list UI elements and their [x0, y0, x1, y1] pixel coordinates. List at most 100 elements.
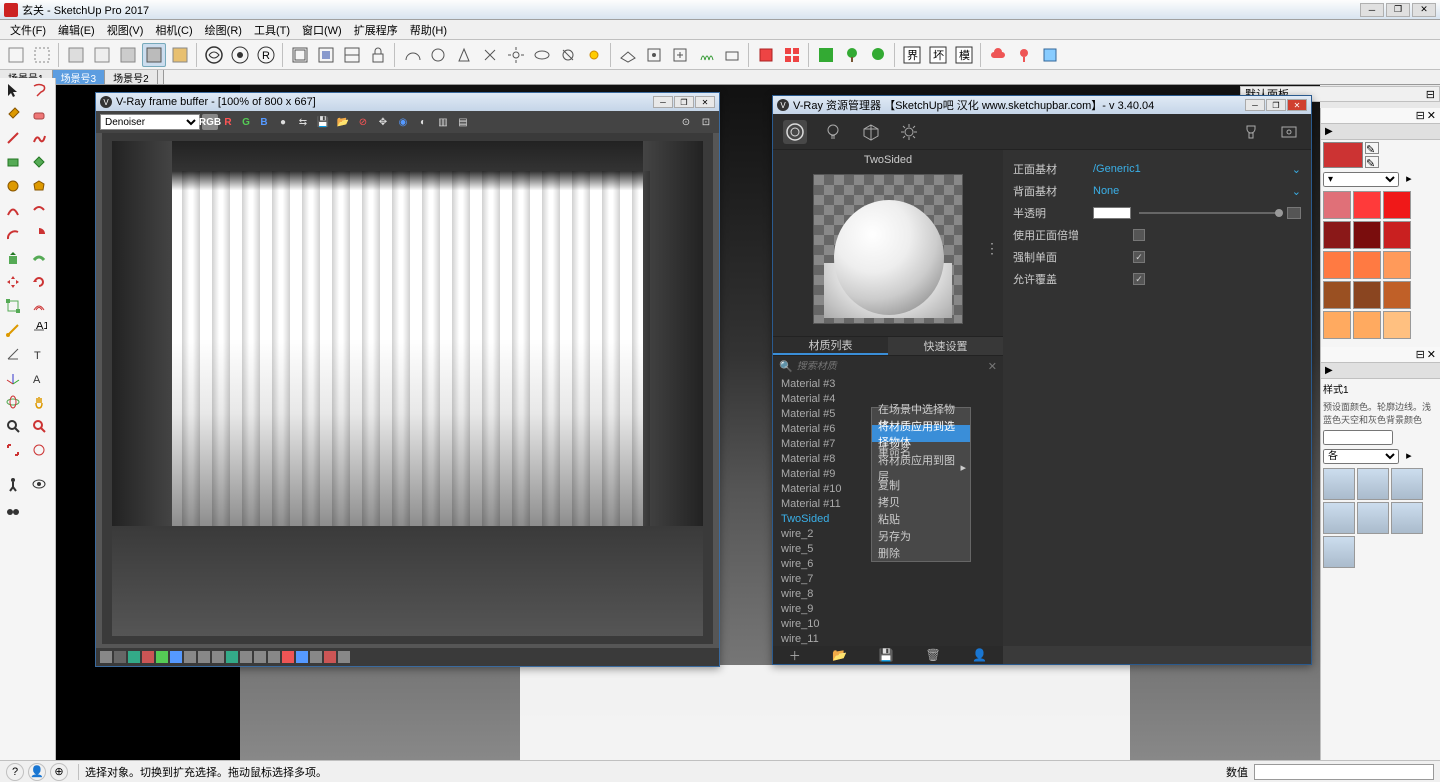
vfb-channel-select[interactable]: Denoiser — [100, 114, 200, 130]
status-geo-icon[interactable]: ⊕ — [50, 763, 68, 781]
scale-tool-icon[interactable] — [0, 294, 26, 318]
scene-tab-3[interactable]: 场景号3 — [53, 70, 106, 84]
ctx-apply-to-layer[interactable]: 将材质应用到图层 — [872, 459, 970, 476]
vfb-bb-icon[interactable] — [114, 651, 126, 663]
prop-front-value[interactable]: /Generic1⌄ — [1093, 163, 1301, 176]
rectangle-tool-icon[interactable] — [0, 150, 26, 174]
vfb-folder-icon[interactable]: 📂 — [334, 113, 352, 131]
vfb-bb-icon[interactable] — [254, 651, 266, 663]
color-swatch[interactable] — [1353, 311, 1381, 339]
prop-translucency-map[interactable] — [1287, 207, 1301, 219]
vfb-stop-icon[interactable]: ⊙ — [677, 113, 695, 131]
tool-monochrome-icon[interactable] — [116, 43, 140, 67]
preview-options-icon[interactable]: ⋮ — [985, 240, 999, 257]
vmm-materials-tab-icon[interactable] — [783, 120, 807, 144]
style-thumb[interactable] — [1391, 468, 1423, 500]
vfb-titlebar[interactable]: V V-Ray frame buffer - [100% of 800 x 66… — [96, 93, 719, 111]
value-input[interactable] — [1254, 764, 1434, 780]
axes-icon[interactable] — [0, 366, 26, 390]
ctx-apply-to-selection[interactable]: 将材质应用到选择物体 — [872, 425, 970, 442]
color-nav-icon[interactable]: ▸ — [1406, 173, 1412, 185]
zoom-icon[interactable] — [0, 414, 26, 438]
panel-pin-icon[interactable]: ⊟ — [1416, 109, 1425, 122]
vfb-bb-icon[interactable] — [184, 651, 196, 663]
freehand-icon[interactable] — [26, 126, 52, 150]
vray-dome-icon[interactable] — [400, 43, 424, 67]
ctx-delete[interactable]: 删除 — [872, 544, 970, 561]
style-thumb[interactable] — [1323, 536, 1355, 568]
lookaround-icon[interactable] — [26, 472, 52, 496]
text-tool-icon[interactable]: T — [26, 342, 52, 366]
3dtext-icon[interactable]: A — [26, 366, 52, 390]
zoom-window-icon[interactable] — [0, 438, 26, 462]
vmm-add-icon[interactable]: ＋ — [789, 647, 801, 664]
color-swatch[interactable] — [1383, 191, 1411, 219]
prop-force-single-checkbox[interactable]: ✓ — [1133, 251, 1145, 263]
vfb-g-channel[interactable]: G — [238, 114, 254, 130]
vfb-save-icon[interactable]: 💾 — [314, 113, 332, 131]
style-set-select[interactable]: 各 — [1323, 449, 1399, 464]
tape-icon[interactable] — [0, 318, 26, 342]
color-swatch[interactable] — [1353, 251, 1381, 279]
vray-lock-icon[interactable] — [366, 43, 390, 67]
style-thumb[interactable] — [1357, 502, 1389, 534]
tool-backedges-icon[interactable] — [168, 43, 192, 67]
menu-tools[interactable]: 工具(T) — [248, 20, 296, 40]
vfb-bb-icon[interactable] — [100, 651, 112, 663]
color-set-select[interactable]: ▾ — [1323, 172, 1399, 187]
menu-edit[interactable]: 编辑(E) — [52, 20, 101, 40]
arc-icon[interactable] — [0, 198, 26, 222]
tool-wireframe-icon[interactable] — [4, 43, 28, 67]
prop-back-value[interactable]: None⌄ — [1093, 185, 1301, 198]
plugin-settings-icon[interactable] — [1038, 43, 1062, 67]
plugin-icon-2[interactable] — [780, 43, 804, 67]
vfb-bb-icon[interactable] — [170, 651, 182, 663]
tab-material-list[interactable]: 材质列表 — [773, 337, 888, 355]
prop-translucency-color[interactable] — [1093, 207, 1131, 219]
vmm-save-icon[interactable]: 💾 — [879, 648, 894, 662]
vray-frame-icon[interactable] — [340, 43, 364, 67]
style-thumb[interactable] — [1391, 502, 1423, 534]
vray-sphere-light-icon[interactable] — [426, 43, 450, 67]
vray-mesh-light-icon[interactable] — [556, 43, 580, 67]
vray-clipper-icon[interactable] — [720, 43, 744, 67]
offset-tool-icon[interactable] — [26, 294, 52, 318]
menu-draw[interactable]: 绘图(R) — [199, 20, 248, 40]
lasso-tool-icon[interactable] — [26, 78, 52, 102]
select-tool-icon[interactable] — [0, 78, 26, 102]
color-swatch[interactable] — [1353, 221, 1381, 249]
vfb-close-button[interactable]: ✕ — [695, 96, 715, 108]
vmm-close-button[interactable]: ✕ — [1287, 99, 1307, 111]
vfb-bb-icon[interactable] — [128, 651, 140, 663]
vfb-compare-icon[interactable]: ▥ — [434, 113, 452, 131]
vray-rect-light-icon[interactable] — [530, 43, 554, 67]
vfb-bb-icon[interactable] — [338, 651, 350, 663]
vray-proxy-icon[interactable] — [642, 43, 666, 67]
paint-bucket-icon[interactable] — [0, 102, 26, 126]
material-item[interactable]: wire_8 — [773, 586, 1003, 601]
circle-tool-icon[interactable] — [0, 174, 26, 198]
prop-override-checkbox[interactable]: ✓ — [1133, 273, 1145, 285]
vfb-bb-icon[interactable] — [310, 651, 322, 663]
plugin-cn-2[interactable]: 坏 — [926, 43, 950, 67]
status-help-icon[interactable]: ? — [6, 763, 24, 781]
protractor-icon[interactable] — [0, 342, 26, 366]
vfb-render-view[interactable] — [102, 133, 713, 644]
ctx-duplicate[interactable]: 复制 — [872, 476, 970, 493]
tray-pin-icon[interactable]: ⊟ — [1426, 88, 1435, 101]
material-item[interactable]: Material #3 — [773, 376, 1003, 391]
menu-file[interactable]: 文件(F) — [4, 20, 52, 40]
plugin-icon-1[interactable] — [754, 43, 778, 67]
current-color-swatch[interactable] — [1323, 142, 1363, 168]
styles-panel-header[interactable]: ▶ — [1321, 363, 1440, 379]
plugin-cn-3[interactable]: 模 — [952, 43, 976, 67]
vray-proxy-export-icon[interactable] — [668, 43, 692, 67]
vfb-clear-icon[interactable]: ⊘ — [354, 113, 372, 131]
eyedropper-icon[interactable]: ✎ — [1365, 142, 1379, 154]
vmm-settings-tab-icon[interactable] — [897, 120, 921, 144]
close-button[interactable]: ✕ — [1412, 3, 1436, 17]
search-input[interactable] — [797, 361, 984, 372]
vmm-viewport-render-icon[interactable] — [1277, 120, 1301, 144]
tool-xray-icon[interactable] — [142, 43, 166, 67]
vmm-geometry-tab-icon[interactable] — [859, 120, 883, 144]
